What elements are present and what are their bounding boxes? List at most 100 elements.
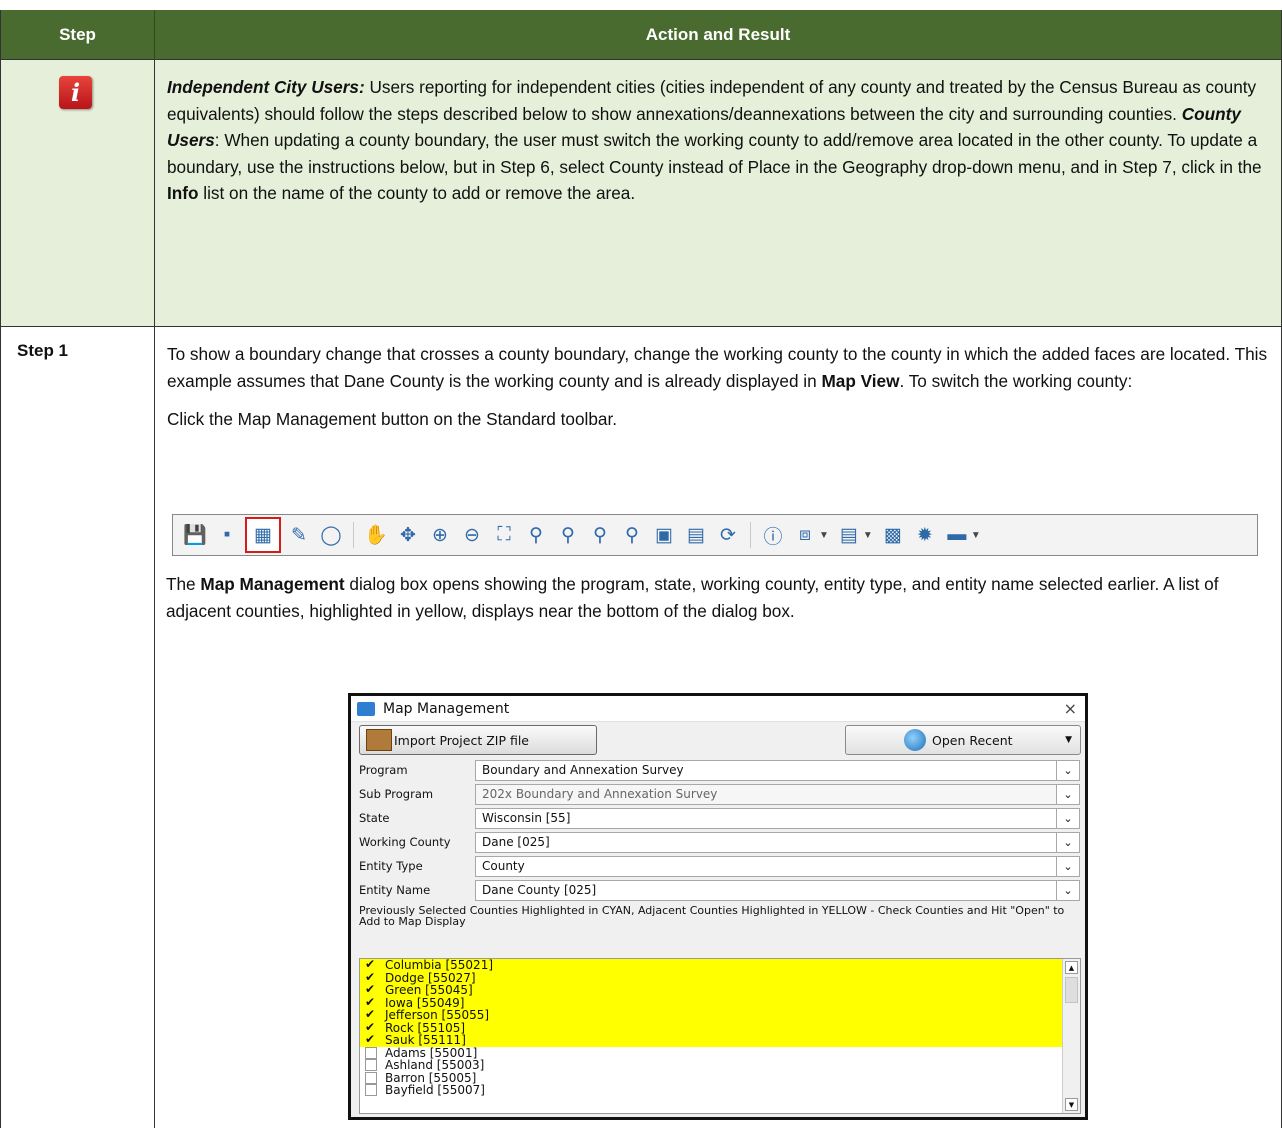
county-name: Ashland [55003] bbox=[385, 1058, 485, 1073]
county-list-item[interactable]: ✔ Jefferson [55055] bbox=[360, 1008, 1080, 1023]
scrollbar[interactable]: ▲ ▼ bbox=[1062, 959, 1080, 1113]
county-name: Sauk [55111] bbox=[385, 1033, 466, 1048]
checkbox-unchecked-icon[interactable] bbox=[365, 1084, 377, 1097]
chevron-down-icon[interactable]: ⌄ bbox=[1057, 880, 1080, 901]
chevron-down-icon[interactable]: ⌄ bbox=[1057, 832, 1080, 853]
county-list-note: Previously Selected Counties Highlighted… bbox=[359, 904, 1065, 928]
app-logo-icon bbox=[357, 701, 375, 716]
checkbox-unchecked-icon[interactable] bbox=[365, 1071, 377, 1084]
bookmark-icon[interactable]: ▤ bbox=[682, 521, 710, 549]
note-icon-cell: i bbox=[1, 60, 155, 326]
chevron-down-icon[interactable]: ▼ bbox=[863, 530, 873, 541]
identify-icon[interactable]: ⓘ bbox=[759, 521, 787, 549]
step-label: Step 1 bbox=[1, 327, 155, 1128]
globe-icon[interactable]: ◯ bbox=[317, 521, 345, 549]
county-name: Iowa [55049] bbox=[385, 995, 465, 1010]
chevron-down-icon[interactable]: ▼ bbox=[1065, 735, 1072, 745]
chevron-down-icon[interactable]: ▼ bbox=[819, 530, 829, 541]
field-label: Entity Name bbox=[359, 883, 431, 897]
checkbox-unchecked-icon[interactable] bbox=[365, 1059, 377, 1072]
program-select[interactable]: Boundary and Annexation Survey bbox=[475, 760, 1057, 781]
previous-page-edge bbox=[0, 0, 1282, 10]
county-name: Rock [55105] bbox=[385, 1020, 466, 1035]
field-label: Entity Type bbox=[359, 859, 423, 873]
county-name: Barron [55005] bbox=[385, 1070, 477, 1085]
info-icon: i bbox=[59, 76, 92, 109]
step-1-para-2: Click the Map Management button on the S… bbox=[167, 409, 618, 429]
working-county-select[interactable]: Dane [025] bbox=[475, 832, 1057, 853]
county-list-item[interactable]: Bayfield [55007] bbox=[360, 1084, 1080, 1097]
toolbar-separator bbox=[353, 522, 354, 548]
sub-program-select[interactable]: 202x Boundary and Annexation Survey bbox=[475, 784, 1057, 805]
county-list-item[interactable]: ✔ Sauk [55111] bbox=[360, 1033, 1080, 1048]
zoom-next-icon[interactable]: ⚲ bbox=[618, 521, 646, 549]
zoom-layer-icon[interactable]: ⚲ bbox=[522, 521, 550, 549]
field-entity-type: Entity Type County ⌄ bbox=[351, 854, 1085, 878]
chevron-down-icon[interactable]: ⌄ bbox=[1057, 760, 1080, 781]
field-label: Program bbox=[359, 763, 408, 777]
county-list-item[interactable]: Adams [55001] bbox=[360, 1046, 1080, 1060]
attribute-table-icon[interactable]: ▤ bbox=[835, 521, 863, 549]
entity-type-select[interactable]: County bbox=[475, 856, 1057, 877]
table-header-row: Step Action and Result bbox=[1, 10, 1281, 60]
county-list-item[interactable]: ✔ Green [55045] bbox=[360, 983, 1080, 997]
select-icon[interactable]: ⧈ bbox=[791, 521, 819, 549]
entity-name-select[interactable]: Dane County [025] bbox=[475, 880, 1057, 901]
open-recent-button[interactable]: Open Recent ▼ bbox=[845, 725, 1081, 755]
close-icon[interactable]: × bbox=[1064, 699, 1077, 718]
chevron-down-icon[interactable]: ⌄ bbox=[1057, 784, 1080, 805]
county-list-item[interactable]: ✔ Rock [55105] bbox=[360, 1020, 1080, 1035]
scroll-thumb[interactable] bbox=[1065, 977, 1078, 1003]
county-list-item[interactable]: Barron [55005] bbox=[360, 1070, 1080, 1085]
checkbox-checked-icon[interactable]: ✔ bbox=[365, 1033, 377, 1046]
county-users-body: : When updating a county boundary, the u… bbox=[167, 130, 1262, 177]
step-1-para-1: To show a boundary change that crosses a… bbox=[167, 344, 1268, 391]
checkbox-unchecked-icon[interactable] bbox=[365, 1046, 377, 1059]
table-row-note: i Independent City Users: Users reportin… bbox=[1, 60, 1281, 327]
refresh-icon[interactable]: ⟳ bbox=[714, 521, 742, 549]
field-working-county: Working County Dane [025] ⌄ bbox=[351, 830, 1085, 854]
map-management-icon[interactable]: ▦ bbox=[245, 517, 281, 553]
note-text: Independent City Users: Users reporting … bbox=[155, 60, 1281, 326]
zoom-selection-icon[interactable]: ⚲ bbox=[554, 521, 582, 549]
chevron-down-icon[interactable]: ⌄ bbox=[1057, 808, 1080, 829]
map-management-dialog: Map Management × Import Project ZIP file… bbox=[348, 693, 1088, 1120]
deselect-icon[interactable]: ▩ bbox=[879, 521, 907, 549]
chevron-down-icon[interactable]: ▼ bbox=[971, 530, 981, 541]
save-icon[interactable]: 💾 bbox=[181, 521, 209, 549]
field-entity-name: Entity Name Dane County [025] ⌄ bbox=[351, 878, 1085, 902]
zoom-last-icon[interactable]: ⚲ bbox=[586, 521, 614, 549]
brush-icon[interactable]: ✎ bbox=[285, 521, 313, 549]
state-select[interactable]: Wisconsin [55] bbox=[475, 808, 1057, 829]
measure-icon[interactable]: ▬ bbox=[943, 521, 971, 549]
scroll-down-icon[interactable]: ▼ bbox=[1065, 1098, 1078, 1111]
dialog-title: Map Management bbox=[383, 700, 510, 717]
info-bold: Info bbox=[167, 183, 199, 203]
county-list-item[interactable]: ✔ Dodge [55027] bbox=[360, 970, 1080, 985]
map-view-bold: Map View bbox=[821, 371, 900, 391]
import-label: Import Project ZIP file bbox=[394, 732, 529, 748]
county-list-item[interactable]: ✔ Columbia [55021] bbox=[360, 959, 1080, 972]
header-action-and-result: Action and Result bbox=[645, 25, 791, 44]
pan-hand-icon[interactable]: ✋ bbox=[362, 521, 390, 549]
county-list-item[interactable]: Ashland [55003] bbox=[360, 1059, 1080, 1072]
zoom-full-icon[interactable]: ⛶ bbox=[490, 521, 518, 549]
dialog-button-row: Import Project ZIP file Open Recent ▼ bbox=[351, 722, 1085, 758]
zoom-in-icon[interactable]: ⊕ bbox=[426, 521, 454, 549]
county-name: Dodge [55027] bbox=[385, 970, 476, 985]
chevron-down-icon[interactable]: ⌄ bbox=[1057, 856, 1080, 877]
bookmark-new-icon[interactable]: ▣ bbox=[650, 521, 678, 549]
county-name: Jefferson [55055] bbox=[385, 1008, 490, 1023]
scroll-up-icon[interactable]: ▲ bbox=[1065, 961, 1078, 974]
settings-icon[interactable]: ✹ bbox=[911, 521, 939, 549]
step-1-para-3: The Map Management dialog box opens show… bbox=[166, 574, 1219, 621]
field-sub-program: Sub Program 202x Boundary and Annexation… bbox=[351, 782, 1085, 806]
layers-icon[interactable]: ▪ bbox=[213, 521, 241, 549]
pan-arrows-icon[interactable]: ✥ bbox=[394, 521, 422, 549]
county-list[interactable]: ✔ Columbia [55021] ✔ Dodge [55027] ✔ Green [5… bbox=[359, 958, 1081, 1114]
county-list-item[interactable]: ✔ Iowa [55049] bbox=[360, 995, 1080, 1010]
field-program: Program Boundary and Annexation Survey ⌄ bbox=[351, 758, 1085, 782]
import-project-zip-button[interactable]: Import Project ZIP file bbox=[359, 725, 597, 755]
zoom-out-icon[interactable]: ⊖ bbox=[458, 521, 486, 549]
map-management-bold: Map Management bbox=[200, 574, 345, 594]
